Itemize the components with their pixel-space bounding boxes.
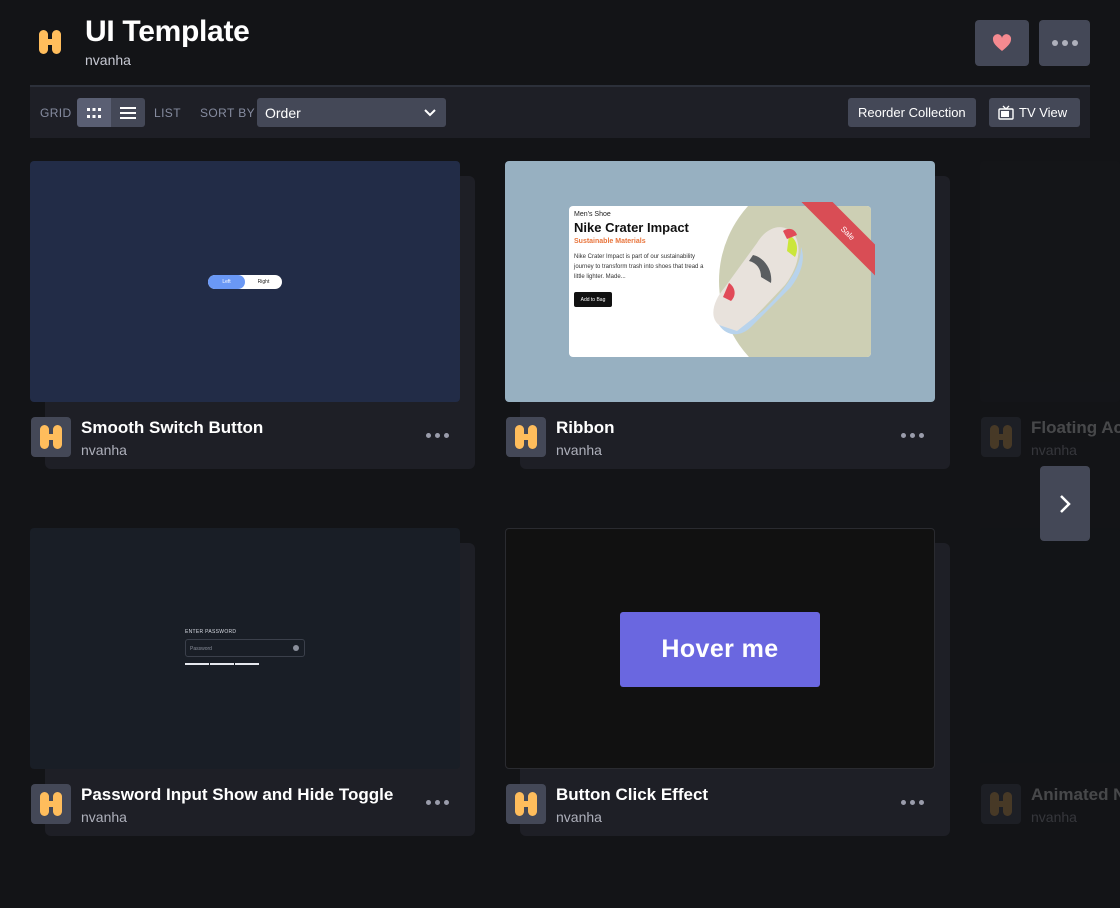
list-icon (120, 106, 136, 119)
list-view-button[interactable] (111, 98, 145, 127)
avatar[interactable] (31, 417, 71, 457)
card-author[interactable]: nvanha (556, 442, 602, 458)
card-title[interactable]: Button Click Effect (556, 785, 708, 805)
card-preview[interactable]: Hover me (505, 528, 935, 769)
avatar[interactable] (981, 417, 1021, 457)
password-label: ENTER PASSWORD (185, 629, 237, 635)
next-page-button[interactable] (1040, 466, 1090, 541)
like-button[interactable] (975, 20, 1029, 66)
card-preview[interactable]: Left Right (30, 161, 460, 402)
codepen-logo-icon (514, 791, 538, 817)
card-author[interactable]: nvanha (81, 442, 127, 458)
grid-view-button[interactable] (77, 98, 111, 127)
password-field: Password (185, 639, 305, 657)
tv-icon (998, 105, 1014, 120)
list-label: LIST (154, 106, 181, 120)
codepen-logo-icon (514, 424, 538, 450)
avatar[interactable] (981, 784, 1021, 824)
collection-logo (30, 22, 70, 62)
card-title[interactable]: Ribbon (556, 418, 615, 438)
more-icon (901, 800, 924, 805)
codepen-logo-icon (39, 424, 63, 450)
add-to-bag-button: Add to Bag (574, 292, 612, 307)
reorder-collection-button[interactable]: Reorder Collection (848, 98, 976, 127)
tv-view-label: TV View (1019, 105, 1068, 120)
pen-card: Men's Shoe Nike Crater Impact Sustainabl… (505, 161, 950, 469)
pen-card: Animated N nvanha (980, 528, 1120, 836)
eye-icon (293, 645, 299, 651)
card-title[interactable]: Floating Ac (1031, 418, 1120, 438)
pen-card: ENTER PASSWORD Password Password Input S… (30, 528, 475, 836)
pen-card: Hover me Button Click Effect nvanha (505, 528, 950, 836)
card-more-button[interactable] (899, 431, 926, 440)
avatar[interactable] (506, 784, 546, 824)
card-author[interactable]: nvanha (1031, 442, 1077, 458)
card-preview[interactable] (980, 161, 1120, 402)
sort-by-label: SORT BY (200, 106, 256, 120)
card-more-button[interactable] (899, 798, 926, 807)
card-author[interactable]: nvanha (81, 809, 127, 825)
preview-switch: Left Right (208, 274, 282, 289)
avatar[interactable] (31, 784, 71, 824)
hover-me-button: Hover me (620, 611, 820, 687)
more-icon (901, 433, 924, 438)
codepen-logo-icon (989, 791, 1013, 817)
card-preview[interactable] (980, 528, 1120, 769)
card-preview[interactable]: ENTER PASSWORD Password (30, 528, 460, 769)
sort-select-value: Order (265, 104, 301, 121)
avatar[interactable] (506, 417, 546, 457)
shoe-image (713, 227, 803, 335)
page-author[interactable]: nvanha (85, 52, 131, 68)
more-icon (426, 800, 449, 805)
password-placeholder: Password (190, 646, 212, 652)
more-icon (1051, 40, 1078, 46)
grid-label: GRID (40, 106, 72, 120)
card-title[interactable]: Password Input Show and Hide Toggle (81, 785, 393, 805)
more-options-button[interactable] (1039, 20, 1090, 66)
tv-view-button[interactable]: TV View (989, 98, 1080, 127)
more-icon (426, 433, 449, 438)
chevron-down-icon (424, 108, 436, 116)
sale-ribbon-label: Sale (801, 202, 875, 278)
card-more-button[interactable] (424, 798, 451, 807)
codepen-logo-icon (39, 791, 63, 817)
switch-right-label: Right (257, 278, 270, 285)
product-description: Nike Crater Impact is part of our sustai… (574, 254, 704, 280)
chevron-right-icon (1060, 494, 1071, 513)
card-title[interactable]: Animated N (1031, 785, 1120, 805)
password-strength-bars (185, 663, 259, 665)
pen-card: Floating Ac nvanha (980, 161, 1120, 469)
collection-toolbar: GRID LIST SORT BY Order Reorder Collecti… (30, 85, 1090, 138)
product-category: Men's Shoe (574, 211, 611, 218)
product-subtitle: Sustainable Materials (574, 238, 646, 245)
codepen-logo-icon (38, 29, 62, 55)
card-author[interactable]: nvanha (1031, 809, 1077, 825)
card-more-button[interactable] (424, 431, 451, 440)
card-title[interactable]: Smooth Switch Button (81, 418, 263, 438)
card-preview[interactable]: Men's Shoe Nike Crater Impact Sustainabl… (505, 161, 935, 402)
product-title: Nike Crater Impact (574, 220, 689, 235)
heart-icon (992, 34, 1012, 51)
page-title: UI Template (85, 15, 250, 48)
switch-left-label: Left (208, 274, 245, 289)
sort-select[interactable]: Order (257, 98, 446, 127)
grid-icon (87, 107, 101, 118)
codepen-logo-icon (989, 424, 1013, 450)
pen-card: Left Right Smooth Switch Button nvanha (30, 161, 475, 469)
card-author[interactable]: nvanha (556, 809, 602, 825)
